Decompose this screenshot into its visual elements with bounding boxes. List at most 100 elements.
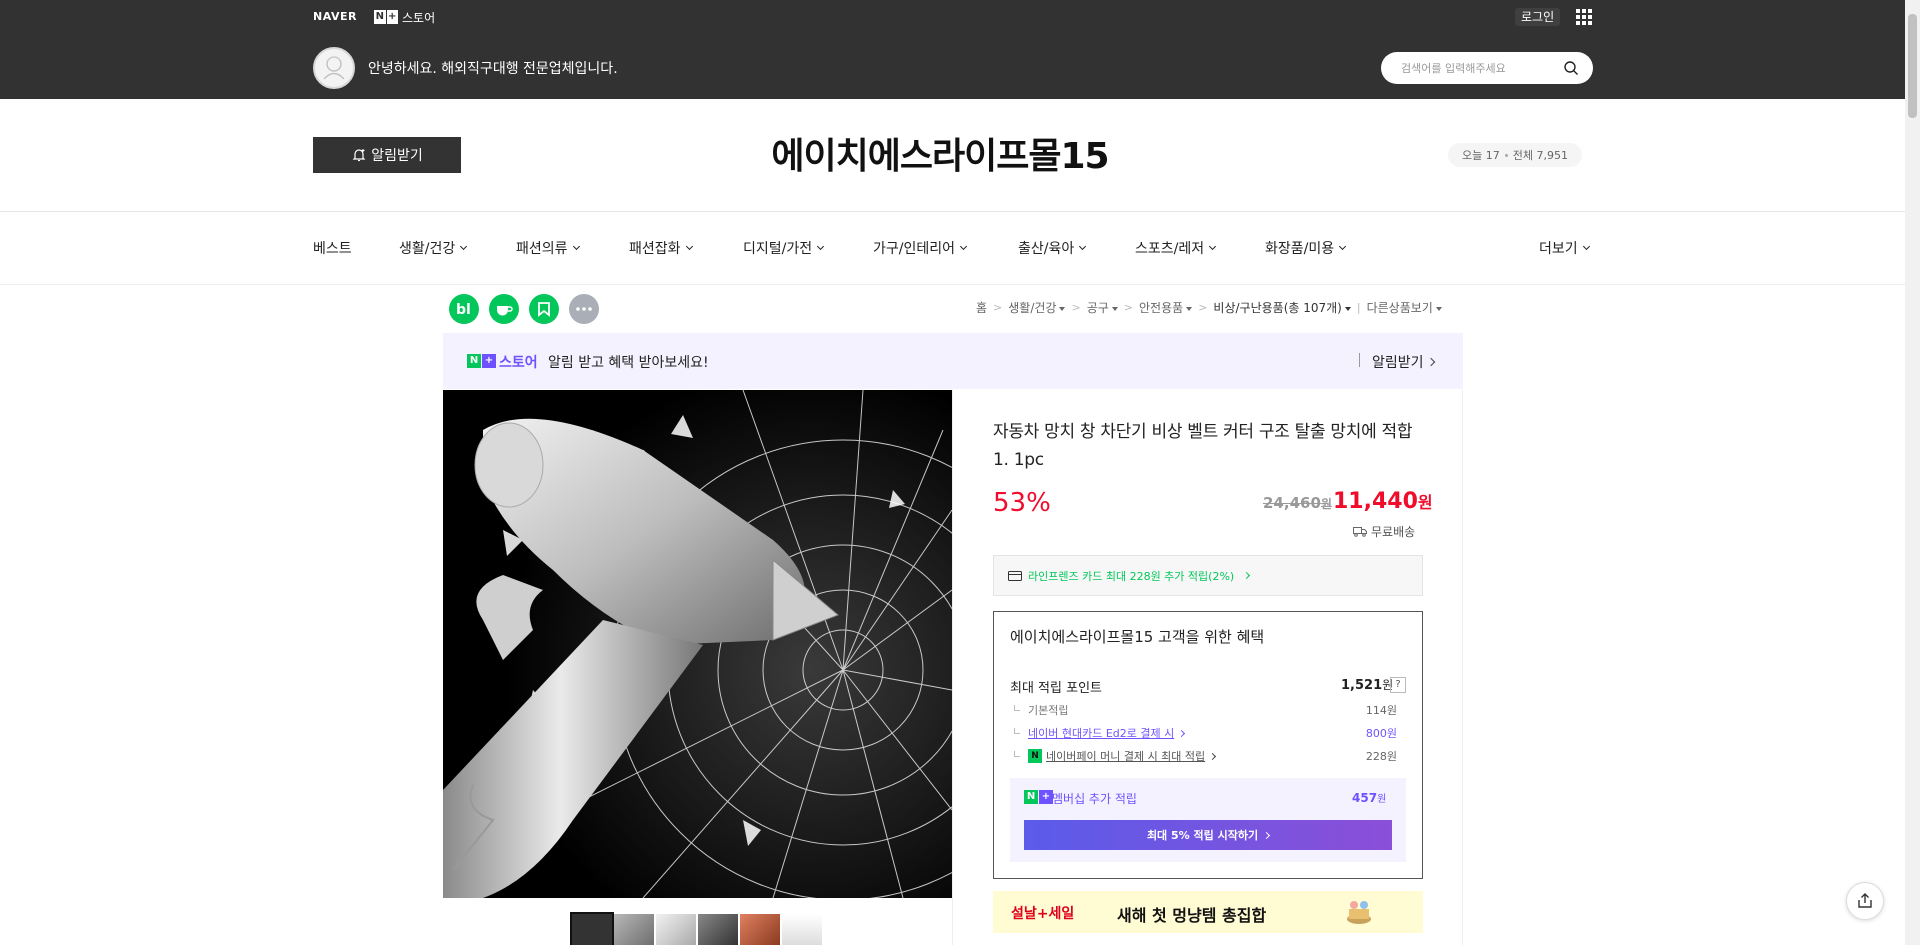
nplus-badge-icon: N + [1024,790,1053,804]
store-name[interactable]: 에이치에스라이프몰15 [660,127,1220,179]
chevron-right-icon [1178,729,1186,737]
thumbnail-2[interactable] [614,914,654,945]
thumbnail-3[interactable] [656,914,696,945]
max-point-value: 1,521원 [1341,678,1394,693]
thumbnail-1[interactable] [570,912,614,945]
breadcrumb-level-1[interactable]: 생활/건강 [1008,299,1066,316]
nav-more-button[interactable]: 더보기 [1539,238,1590,258]
product-main-image[interactable] [443,390,952,898]
nav-item-2[interactable]: 생활/건강 [399,238,468,258]
max-point-label: 최대 적립 포인트 [1010,681,1102,696]
search-input[interactable] [1401,52,1561,84]
chevron-down-icon [1079,242,1087,251]
nav-item-3[interactable]: 패션의류 [516,238,580,258]
breadcrumb-home[interactable]: 홈 [976,299,987,316]
caret-down-icon [1111,307,1118,311]
store-logo-label[interactable]: 스토어 [402,9,435,26]
chevron-down-icon [1209,242,1217,251]
caret-down-icon [1059,307,1066,311]
benefit-row-card[interactable]: 네이버 현대카드 Ed2로 결제 시 [1014,725,1186,741]
breadcrumb-current[interactable]: 비상/구난용품(총 107개) [1213,299,1351,316]
blog-share-icon[interactable]: bl [449,294,479,324]
breadcrumb: 홈 > 생활/건강 > 공구 > 안전용품 > 비상/구난용품(총 107개) … [976,299,1442,316]
app-menu-grid-icon[interactable] [1576,9,1592,25]
sale-label: 설날+세일 [1011,906,1075,922]
naver-logo[interactable]: NAVER [313,10,357,23]
promo-alarm-button[interactable]: 알림받기 [1372,352,1435,372]
cafe-share-icon[interactable] [489,294,519,324]
customer-benefit-box: 에이치에스라이프몰15 고객을 위한 혜택 최대 적립 포인트 1,521원 ?… [993,611,1423,879]
caret-down-icon [1435,307,1442,311]
more-share-icon[interactable] [569,294,599,324]
caret-down-icon [1186,307,1193,311]
benefit-title: 에이치에스라이프몰15 고객을 위한 혜택 [1010,628,1265,646]
share-icon [1858,893,1872,908]
credit-card-icon [1008,570,1022,581]
chevron-down-icon [817,242,825,251]
nav-item-7[interactable]: 출산/육아 [1018,238,1087,258]
nav-item-6[interactable]: 가구/인테리어 [873,238,968,258]
chevron-right-icon [1209,752,1217,760]
benefit-row-npay[interactable]: N 네이버페이 머니 결제 시 최대 적립 [1014,748,1217,764]
nav-item-1[interactable]: 베스트 [313,238,352,258]
sale-text: 새해 첫 멍냥템 총집합 [1117,906,1267,925]
breadcrumb-level-2[interactable]: 공구 [1087,299,1118,316]
scrollbar[interactable] [1905,0,1920,945]
help-icon[interactable]: ? [1390,677,1406,693]
benefit-row-basic-value: 114원 [1365,704,1397,717]
chevron-right-icon [1263,831,1271,839]
nplus-store-logo-icon[interactable]: N + [374,10,398,24]
chevron-right-icon [1243,571,1251,580]
thumbnail-6[interactable] [782,914,822,945]
pet-food-icon [1347,901,1371,924]
membership-start-button[interactable]: 최대 5% 적립 시작하기 [1024,820,1392,850]
thumbnail-strip [570,912,822,945]
shipping-info: 무료배송 [1353,523,1415,540]
login-button[interactable]: 로그인 [1515,8,1561,26]
chevron-down-icon [959,242,968,251]
breadcrumb-level-3[interactable]: 안전용품 [1139,299,1193,316]
benefit-row-basic: 기본적립 [1014,702,1068,718]
divider [0,211,1905,212]
floating-share-button[interactable] [1846,882,1884,920]
promo-store-label: 스토어 [499,355,538,371]
search-icon[interactable] [1563,60,1579,76]
nav-item-4[interactable]: 패션잡화 [629,238,693,258]
divider [1359,353,1360,367]
card-benefit-link[interactable]: 라인프렌즈 카드 최대 228원 추가 적립(2%) [993,555,1423,596]
global-header: NAVER N + 스토어 로그인 안녕하세요. 해외직구대행 전문업체입니다. [0,0,1905,99]
product-title: 자동차 망치 창 차단기 비상 벨트 커터 구조 탈출 망치에 적합 1. 1p… [993,422,1413,470]
chevron-down-icon [1339,242,1347,251]
thumbnail-4[interactable] [698,914,738,945]
benefit-row-card-value: 800원 [1365,727,1397,740]
benefit-row-npay-value: 228원 [1365,750,1397,763]
chevron-down-icon [1582,242,1590,251]
membership-label: 멤버십 추가 적립 [1052,792,1137,806]
store-greeting: 안녕하세요. 해외직구대행 전문업체입니다. [368,61,618,77]
promo-banner: N + 스토어 알림 받고 혜택 받아보세요! 알림받기 [443,333,1463,389]
nplus-badge-icon: N + [467,354,496,368]
nav-item-9[interactable]: 화장품/미용 [1265,238,1347,258]
sale-banner[interactable]: 설날+세일 새해 첫 멍냥템 총집합 [993,891,1423,933]
sale-price: 11,440원 [1333,489,1433,514]
nav-item-5[interactable]: 디지털/가전 [743,238,825,258]
chevron-right-icon [1426,357,1435,367]
promo-text: 알림 받고 혜택 받아보세요! [548,355,709,371]
product-photo [443,390,952,898]
store-alarm-button[interactable]: 알림받기 [313,137,461,173]
truck-icon [1353,527,1367,537]
divider [0,284,1905,285]
chevron-down-icon [572,242,580,251]
membership-value: 457원 [1352,791,1387,805]
npay-icon: N [1028,749,1042,763]
bookmark-share-icon[interactable] [529,294,559,324]
discount-rate: 53% [993,488,1051,518]
visitor-count: 오늘 17 전체 7,951 [1448,143,1582,167]
search-box [1381,52,1593,84]
breadcrumb-other-products[interactable]: 다른상품보기 [1367,299,1442,316]
bell-plus-icon [352,149,366,162]
scrollbar-thumb[interactable] [1908,14,1917,118]
nav-item-8[interactable]: 스포츠/레저 [1135,238,1217,258]
membership-box: N + 멤버십 추가 적립 457원 최대 5% 적립 시작하기 [1010,778,1406,862]
thumbnail-5[interactable] [740,914,780,945]
